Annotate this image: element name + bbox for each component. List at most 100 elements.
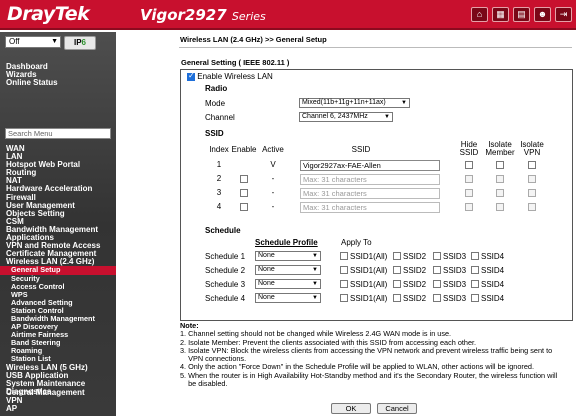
- apply-to-header: Apply To: [341, 238, 372, 247]
- ssid-active: V: [270, 160, 276, 169]
- apply-ssid-checkbox[interactable]: [433, 266, 441, 274]
- isolate-member-checkbox[interactable]: [496, 175, 504, 183]
- col-isolate-vpn: Isolate VPN: [520, 140, 544, 157]
- schedule-label: Schedule 3: [205, 280, 246, 289]
- apply-ssid-label: SSID1(All): [350, 294, 388, 303]
- apply-ssid-label: SSID3: [443, 252, 467, 261]
- isolate-member-checkbox[interactable]: [496, 189, 504, 197]
- ssid-active: -: [271, 174, 275, 183]
- col-enable: Enable: [231, 145, 257, 154]
- user-icon[interactable]: ☻: [534, 7, 551, 22]
- ssid-enable-checkbox[interactable]: [240, 203, 248, 211]
- main-content: Wireless LAN (2.4 GHz) >> General Setup …: [116, 32, 576, 416]
- apply-ssid-checkbox[interactable]: [393, 294, 401, 302]
- hide-ssid-checkbox[interactable]: [465, 175, 473, 183]
- main-menu: WAN LAN Hotspot Web Portal Routing NAT Hardwa…: [0, 144, 116, 396]
- mode-label: Mode: [205, 99, 226, 108]
- apply-ssid-checkbox[interactable]: [393, 280, 401, 288]
- mode-select[interactable]: Off ▼: [5, 36, 61, 48]
- schedule-profile-select[interactable]: None ▼: [255, 279, 321, 289]
- apply-ssid-checkbox[interactable]: [471, 266, 479, 274]
- draytek-logo: DrayTek: [7, 3, 90, 25]
- note-item: 5. When the router is in High Availabili…: [180, 370, 558, 380]
- note-item: be disabled.: [180, 379, 228, 389]
- schedule-profile-header: Schedule Profile: [255, 238, 318, 247]
- col-isolate-member: Isolate Member: [485, 140, 515, 157]
- nav-wan[interactable]: WAN: [6, 144, 116, 153]
- grid-icon[interactable]: ▦: [492, 7, 509, 22]
- nav-online-status[interactable]: Online Status: [6, 79, 58, 87]
- apply-ssid-label: SSID1(All): [350, 266, 388, 275]
- apply-ssid-checkbox[interactable]: [340, 252, 348, 260]
- isolate-vpn-checkbox[interactable]: [528, 161, 536, 169]
- radio-heading: Radio: [205, 84, 228, 93]
- apply-ssid-label: SSID2: [403, 266, 427, 275]
- ssid-input[interactable]: Vigor2927ax-FAE-Allen: [300, 160, 440, 171]
- note-section: Note: 1. Channel setting should not be c…: [180, 321, 573, 389]
- nav-ap[interactable]: AP: [6, 405, 85, 413]
- apply-ssid-label: SSID4: [481, 280, 505, 289]
- ssid-index: 2: [216, 174, 222, 183]
- clipboard-icon[interactable]: ▤: [513, 7, 530, 22]
- search-menu-input[interactable]: Search Menu: [5, 128, 111, 139]
- apply-ssid-label: SSID3: [443, 266, 467, 275]
- breadcrumb: Wireless LAN (2.4 GHz) >> General Setup: [180, 35, 327, 44]
- enable-wireless-checkbox[interactable]: [187, 71, 195, 81]
- apply-ssid-label: SSID2: [403, 294, 427, 303]
- ssid-input[interactable]: Max: 31 characters: [300, 188, 440, 199]
- general-setting-panel: Enable Wireless LAN Radio Mode Mixed(11b…: [180, 69, 573, 321]
- ok-button[interactable]: OK: [331, 403, 371, 414]
- ssid-index: 3: [216, 188, 222, 197]
- hide-ssid-checkbox[interactable]: [465, 189, 473, 197]
- channel-select[interactable]: Channel 6, 2437MHz ▼: [299, 112, 393, 122]
- apply-ssid-checkbox[interactable]: [471, 252, 479, 260]
- logout-icon[interactable]: ⇥: [555, 7, 572, 22]
- apply-ssid-label: SSID1(All): [350, 252, 388, 261]
- ssid-enable-checkbox[interactable]: [240, 189, 248, 197]
- schedule-profile-select[interactable]: None ▼: [255, 265, 321, 275]
- ipv6-button[interactable]: IP6: [64, 36, 96, 50]
- apply-ssid-label: SSID2: [403, 252, 427, 261]
- hide-ssid-checkbox[interactable]: [465, 203, 473, 211]
- apply-ssid-checkbox[interactable]: [471, 280, 479, 288]
- apply-ssid-label: SSID3: [443, 280, 467, 289]
- apply-ssid-checkbox[interactable]: [433, 252, 441, 260]
- isolate-vpn-checkbox[interactable]: [528, 175, 536, 183]
- schedule-label: Schedule 2: [205, 266, 246, 275]
- cancel-button[interactable]: Cancel: [377, 403, 417, 414]
- apply-ssid-label: SSID4: [481, 266, 505, 275]
- apply-ssid-checkbox[interactable]: [433, 280, 441, 288]
- apply-ssid-label: SSID1(All): [350, 280, 388, 289]
- ssid-index: 1: [216, 160, 222, 169]
- ssid-active: -: [271, 188, 275, 197]
- nav-routing[interactable]: Routing: [6, 169, 116, 177]
- col-index: Index: [209, 145, 229, 154]
- mode-select[interactable]: Mixed(11b+11g+11n+11ax) ▼: [299, 98, 410, 108]
- ssid-input[interactable]: Max: 31 characters: [300, 202, 440, 213]
- section-title: General Setting ( IEEE 802.11 ): [181, 58, 290, 67]
- apply-ssid-checkbox[interactable]: [393, 252, 401, 260]
- nav-vpn[interactable]: VPN: [6, 396, 85, 405]
- isolate-vpn-checkbox[interactable]: [528, 189, 536, 197]
- schedule-heading: Schedule: [205, 226, 241, 235]
- apply-ssid-checkbox[interactable]: [340, 280, 348, 288]
- enable-wireless-label: Enable Wireless LAN: [197, 72, 273, 81]
- home-icon[interactable]: ⌂: [471, 7, 488, 22]
- ssid-enable-checkbox[interactable]: [240, 175, 248, 183]
- col-ssid: SSID: [351, 145, 371, 154]
- schedule-profile-select[interactable]: None ▼: [255, 293, 321, 303]
- apply-ssid-label: SSID2: [403, 280, 427, 289]
- ssid-input[interactable]: Max: 31 characters: [300, 174, 440, 185]
- channel-label: Channel: [205, 113, 235, 122]
- apply-ssid-checkbox[interactable]: [393, 266, 401, 274]
- apply-ssid-checkbox[interactable]: [433, 294, 441, 302]
- hide-ssid-checkbox[interactable]: [465, 161, 473, 169]
- apply-ssid-checkbox[interactable]: [340, 294, 348, 302]
- isolate-member-checkbox[interactable]: [496, 203, 504, 211]
- col-hide-ssid: Hide SSID: [459, 140, 479, 157]
- isolate-member-checkbox[interactable]: [496, 161, 504, 169]
- schedule-profile-select[interactable]: None ▼: [255, 251, 321, 261]
- isolate-vpn-checkbox[interactable]: [528, 203, 536, 211]
- apply-ssid-checkbox[interactable]: [471, 294, 479, 302]
- apply-ssid-checkbox[interactable]: [340, 266, 348, 274]
